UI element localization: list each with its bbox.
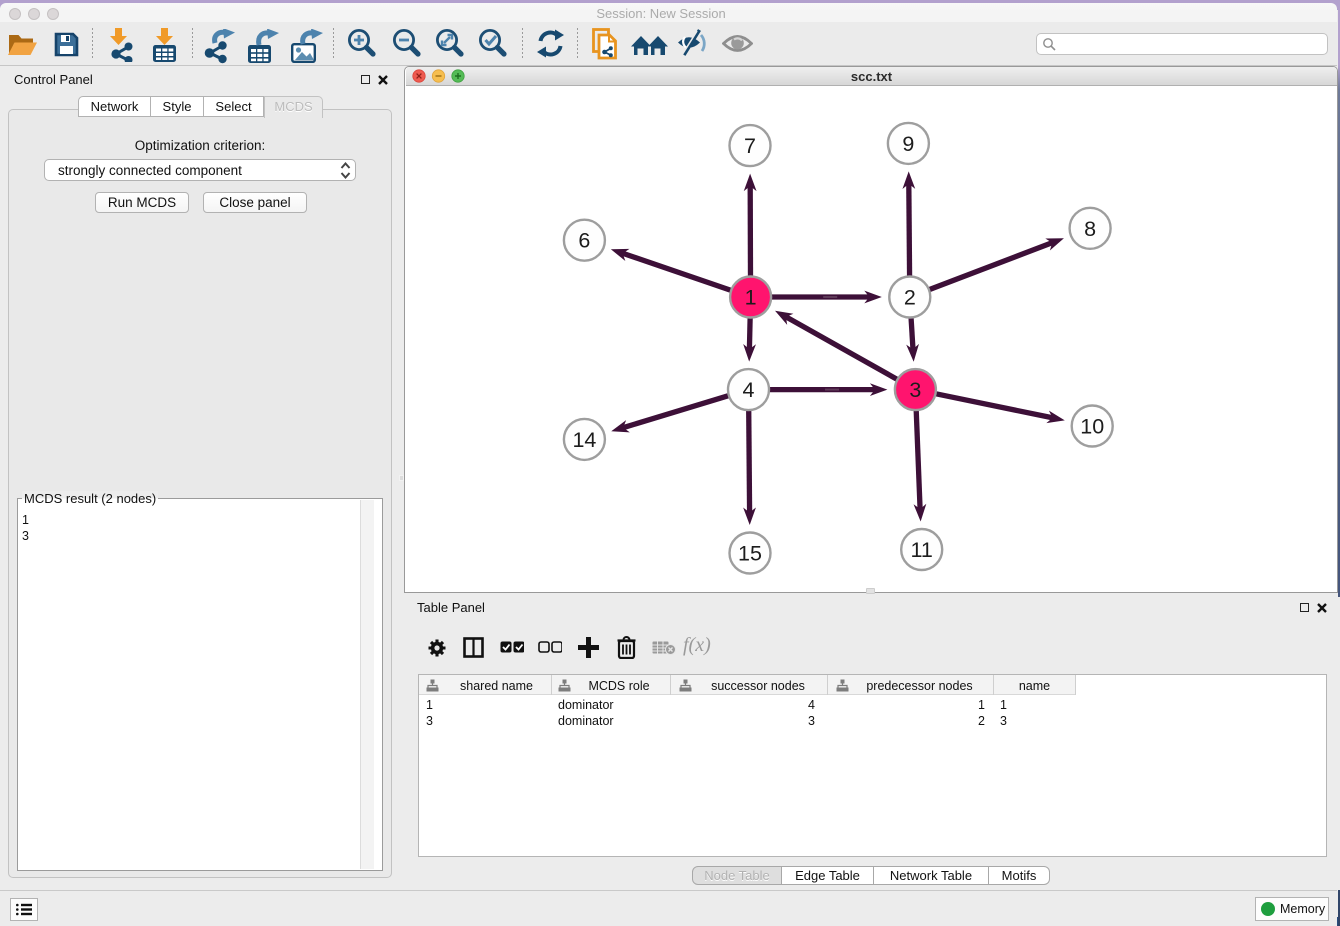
svg-text:8: 8 [1084,217,1096,241]
svg-text:9: 9 [902,132,914,156]
svg-text:2: 2 [904,286,916,310]
svg-text:7: 7 [744,134,756,158]
svg-text:15: 15 [738,542,762,566]
svg-text:4: 4 [743,378,755,402]
svg-text:3: 3 [909,378,921,402]
svg-text:14: 14 [572,428,596,452]
svg-text:10: 10 [1080,415,1104,439]
svg-text:11: 11 [911,538,933,562]
svg-text:6: 6 [578,229,590,253]
svg-text:1: 1 [745,286,757,310]
